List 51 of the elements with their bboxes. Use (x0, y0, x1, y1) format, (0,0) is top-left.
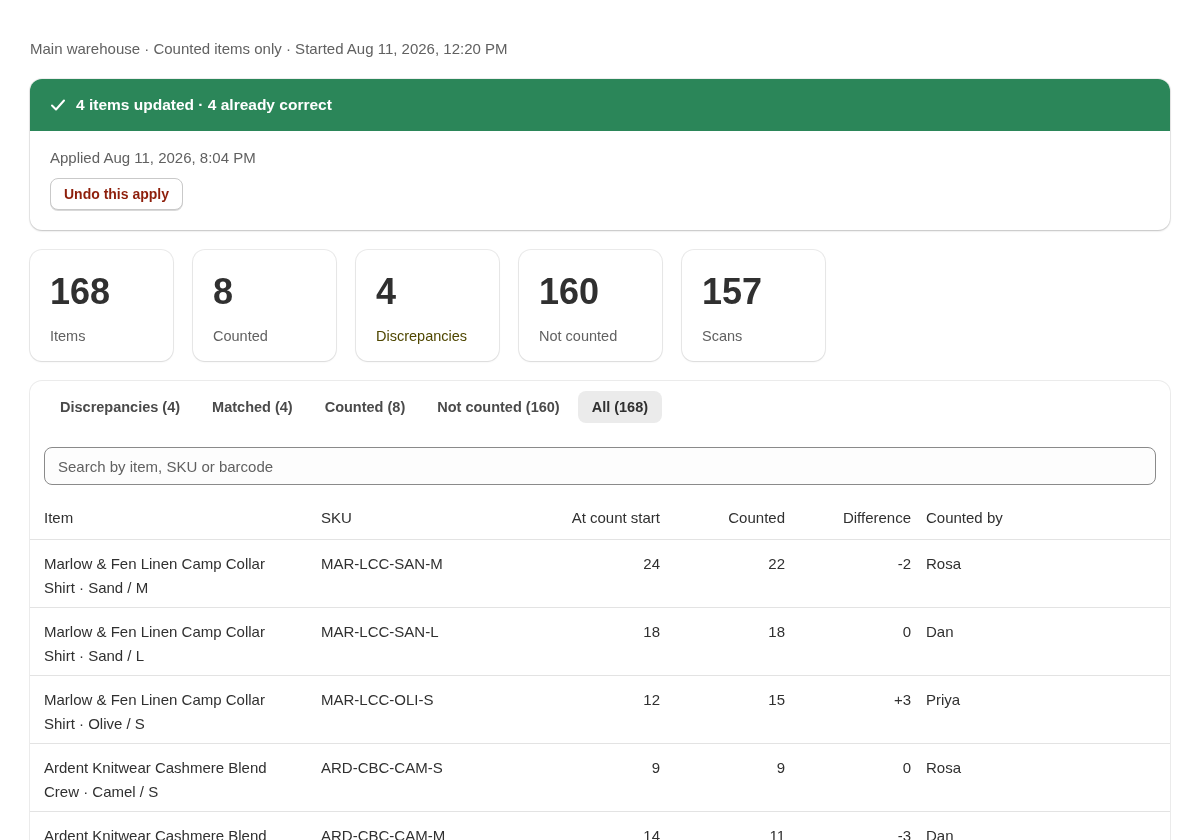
sku-cell-text: MAR-LCC-SAN-L (321, 622, 440, 642)
stat-value: 4 (376, 274, 398, 310)
stat-value: 160 (539, 274, 601, 310)
item-cell-text: Marlow & Fen Linen Camp Collar Shirt · Sand / L (44, 622, 266, 666)
filter-tab[interactable]: Not counted (160) (423, 391, 574, 423)
start-count-cell-text: 24 (642, 554, 660, 574)
stat-value: 157 (702, 274, 764, 310)
stat-label: Counted (213, 328, 269, 344)
stat-label: Not counted (539, 328, 619, 344)
difference-cell-text: 0 (901, 622, 911, 642)
column-header: Counted (727, 508, 785, 526)
column-header: Difference (841, 508, 911, 526)
undo-button[interactable]: Undo this apply (50, 178, 183, 210)
counted-cell-text: 22 (767, 554, 785, 574)
column-header: Item (44, 508, 75, 526)
search-field[interactable]: Search by item, SKU or barcode (44, 447, 1156, 485)
stat-value: 8 (213, 274, 235, 310)
counted-cell-text: 9 (775, 758, 785, 778)
check-icon (50, 98, 66, 112)
difference-cell-text: -2 (896, 554, 911, 574)
page-subtitle: Main warehouse · Counted items only · Started Aug 11, 2026, 12:20 PM (30, 40, 509, 57)
start-count-cell-text: 12 (642, 690, 660, 710)
counter-cell-text: Priya (925, 690, 962, 710)
counter-cell-text: Rosa (925, 758, 963, 778)
stat-label: Items (50, 328, 87, 344)
start-count-cell-text: 18 (642, 622, 660, 642)
filter-tab[interactable]: Matched (4) (198, 391, 307, 423)
sku-cell-text: MAR-LCC-SAN-M (321, 554, 444, 574)
filter-tab[interactable]: Discrepancies (4) (46, 391, 195, 423)
column-header: Counted by (925, 508, 1004, 526)
item-cell-text: Ardent Knitwear Cashmere Blend Crew · Camel / S (44, 758, 268, 802)
difference-cell-text: +3 (892, 690, 911, 710)
banner-title: 4 items updated · 4 already correct (76, 96, 332, 114)
filter-tab[interactable]: All (168) (577, 391, 663, 423)
item-cell-text: Marlow & Fen Linen Camp Collar Shirt · Sand / M (44, 554, 266, 598)
sku-cell-text: MAR-LCC-OLI-S (321, 690, 435, 710)
applied-time: Applied Aug 11, 2026, 8:04 PM (50, 149, 257, 166)
stat-label: Discrepancies (376, 328, 469, 344)
difference-cell-text: 0 (901, 758, 911, 778)
stat-label: Scans (702, 328, 744, 344)
column-header: SKU (321, 508, 353, 526)
counted-cell-text: 15 (767, 690, 785, 710)
item-cell-text: Marlow & Fen Linen Camp Collar Shirt · Olive / S (44, 690, 266, 734)
start-count-cell-text: 9 (650, 758, 660, 778)
stat-value: 168 (50, 274, 112, 310)
counted-cell-text: 18 (767, 622, 785, 642)
filter-tab[interactable]: Counted (8) (310, 391, 420, 423)
counter-cell-text: Rosa (925, 554, 963, 574)
sku-cell-text: ARD-CBC-CAM-S (321, 758, 444, 778)
counter-cell-text: Dan (925, 622, 955, 642)
column-header: At count start (570, 508, 660, 526)
